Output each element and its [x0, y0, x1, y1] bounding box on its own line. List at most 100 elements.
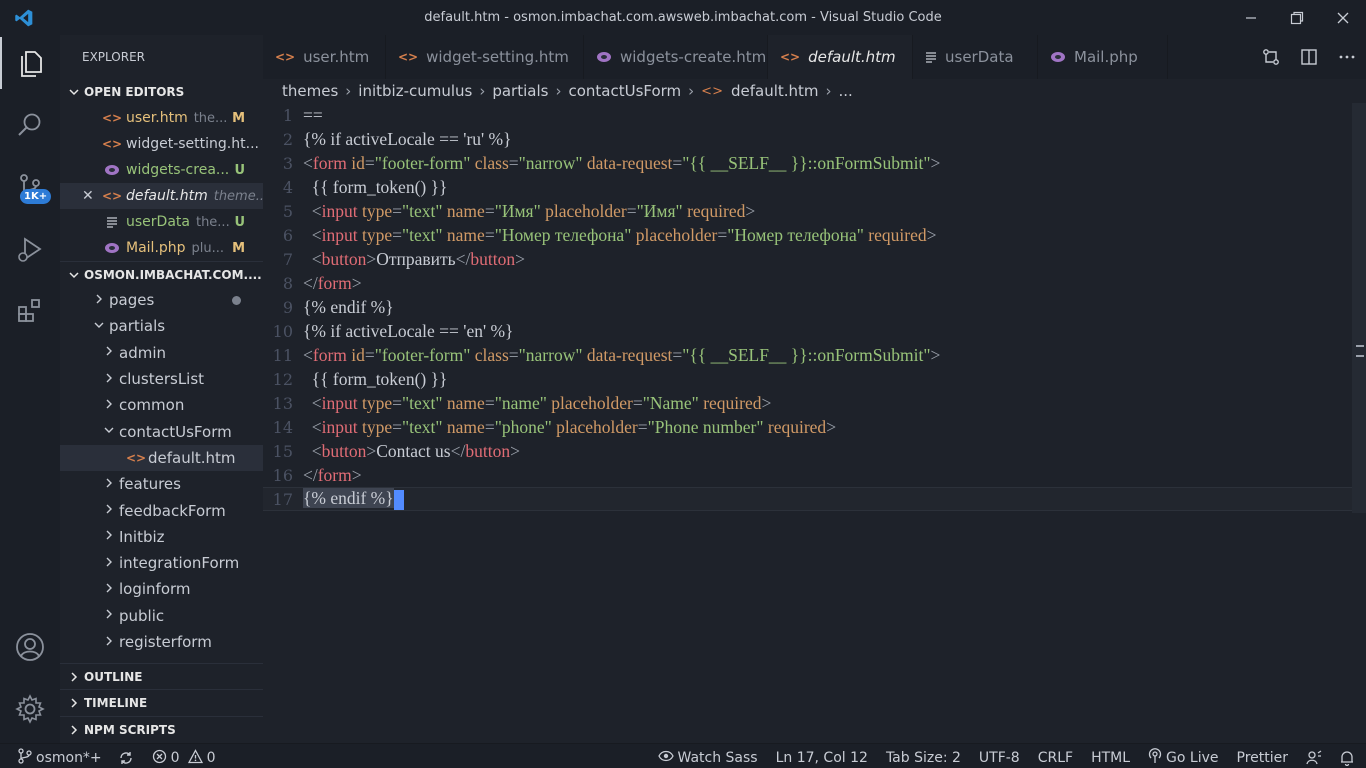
code-line[interactable]: 8 </form> [263, 271, 1366, 295]
file-tree-folder[interactable]: public [60, 603, 263, 629]
timeline-section[interactable]: TIMELINE [60, 689, 263, 715]
breadcrumb-contactusform[interactable]: contactUsForm [568, 82, 681, 100]
file-tree-label: Initbiz [119, 527, 165, 546]
tab-widget-setting-htm[interactable]: <> widget-setting.htm [386, 35, 584, 79]
npm-scripts-section[interactable]: NPM SCRIPTS [60, 716, 263, 742]
file-name: widgets-crea... [126, 162, 230, 178]
code-line[interactable]: 1 == [263, 103, 1366, 127]
html-icon: <> [701, 83, 723, 99]
tab-default-htm[interactable]: <> default.htm [768, 35, 913, 79]
close-icon[interactable]: ✕ [82, 188, 96, 204]
code-line[interactable]: 5 <input type="text" name="Имя" placehol… [263, 199, 1366, 223]
open-editor-item[interactable]: <> widget-setting.ht... [60, 131, 263, 157]
code-line[interactable]: 12 {{ form_token() }} [263, 367, 1366, 391]
breadcrumb-partials[interactable]: partials [492, 82, 548, 100]
notifications-bell-icon[interactable] [1340, 750, 1354, 766]
file-tree-label: clustersList [119, 370, 205, 389]
debug-icon[interactable] [0, 223, 60, 275]
tab-user-htm[interactable]: <> user.htm [263, 35, 386, 79]
encoding[interactable]: UTF-8 [979, 750, 1020, 766]
minimize-button[interactable] [1228, 0, 1274, 35]
problems-status[interactable]: 0 0 [152, 748, 216, 768]
code-line[interactable]: 14 <input type="text" name="phone" place… [263, 415, 1366, 439]
breadcrumb-symbols[interactable]: ... [839, 82, 853, 100]
split-editor-icon[interactable] [1290, 48, 1328, 66]
code-line[interactable]: 3 <form id="footer-form" class="narrow" d… [263, 151, 1366, 175]
file-tree-folder[interactable]: common [60, 392, 263, 418]
restore-button[interactable] [1274, 0, 1320, 35]
editor-tabs: <> user.htm <> widget-setting.htm widgets-cr… [263, 35, 1366, 79]
open-editors-label: OPEN EDITORS [84, 85, 185, 99]
settings-gear-icon[interactable] [0, 683, 60, 735]
file-tree-folder[interactable]: Initbiz [60, 524, 263, 550]
code-text: {{ form_token() }} [303, 368, 448, 389]
language-mode[interactable]: HTML [1091, 750, 1130, 766]
code-line[interactable]: 13 <input type="text" name="name" placeh… [263, 391, 1366, 415]
file-tree-label: common [119, 396, 185, 415]
feedback-icon[interactable] [1306, 750, 1322, 766]
compare-changes-icon[interactable] [1252, 48, 1290, 66]
file-tree-folder[interactable]: clustersList [60, 366, 263, 392]
chevron-right-icon [102, 529, 116, 544]
code-line[interactable]: 9 {% endif %} [263, 295, 1366, 319]
code-editor[interactable]: 1 == 2 {% if activeLocale == 'ru' %} 3 <form … [263, 103, 1366, 743]
prettier-status[interactable]: Prettier [1237, 750, 1289, 766]
timeline-label: TIMELINE [84, 695, 148, 710]
open-editors-header[interactable]: OPEN EDITORS [60, 79, 263, 105]
breadcrumb-themes[interactable]: themes [282, 82, 338, 100]
code-line[interactable]: 6 <input type="text" name="Номер телефон… [263, 223, 1366, 247]
file-tree-folder[interactable]: contactUsForm [60, 418, 263, 444]
workspace-header[interactable]: OSMON.IMBACHAT.COM.... [60, 261, 263, 287]
vertical-scrollbar[interactable] [1352, 103, 1366, 513]
watch-sass-button[interactable]: Watch Sass [657, 750, 758, 766]
account-icon[interactable] [0, 621, 60, 673]
tab-size[interactable]: Tab Size: 2 [886, 750, 961, 766]
open-editor-item[interactable]: widgets-crea... U [60, 157, 263, 183]
chevron-right-icon [66, 724, 82, 735]
code-line[interactable]: 2 {% if activeLocale == 'ru' %} [263, 127, 1366, 151]
file-tree-folder[interactable]: features [60, 471, 263, 497]
end-of-line[interactable]: CRLF [1038, 750, 1073, 766]
more-actions-icon[interactable] [1328, 48, 1366, 66]
file-tree-folder[interactable]: registerform [60, 629, 263, 655]
file-tree-folder[interactable]: pages [60, 287, 263, 313]
scm-badge: 1K+ [20, 189, 52, 204]
file-tree-folder[interactable]: admin [60, 340, 263, 366]
open-editor-item[interactable]: <> user.htm the... M [60, 105, 263, 131]
branch-status[interactable]: osmon*+ [18, 748, 102, 768]
tab-userdata[interactable]: userData [913, 35, 1038, 79]
search-icon[interactable] [0, 99, 60, 151]
breadcrumb-file[interactable]: default.htm [731, 82, 819, 100]
extensions-icon[interactable] [0, 285, 60, 337]
code-line[interactable]: 10 {% if activeLocale == 'en' %} [263, 319, 1366, 343]
line-number: 4 [282, 177, 293, 197]
code-line[interactable]: 7 <button>Отправить</button> [263, 247, 1366, 271]
code-line[interactable]: 16 </form> [263, 463, 1366, 487]
tab-widgets-create-htm[interactable]: widgets-create.htm [584, 35, 768, 79]
open-editor-item[interactable]: ✕ <> default.htm theme... [60, 183, 263, 209]
code-line[interactable]: 11 <form id="footer-form" class="narrow" … [263, 343, 1366, 367]
cursor-position[interactable]: Ln 17, Col 12 [776, 750, 868, 766]
outline-section[interactable]: OUTLINE [60, 663, 263, 689]
sync-icon[interactable] [118, 750, 134, 766]
code-line[interactable]: 4 {{ form_token() }} [263, 175, 1366, 199]
close-window-button[interactable] [1320, 0, 1366, 35]
file-tree-label: public [119, 606, 165, 625]
code-text: <input type="text" name="Имя" placeholde… [311, 200, 756, 221]
code-line[interactable]: 17 {% endif %} [263, 487, 1366, 511]
code-line[interactable]: 15 <button>Contact us</button> [263, 439, 1366, 463]
file-tree-folder[interactable]: feedbackForm [60, 497, 263, 523]
explorer-icon[interactable] [0, 37, 60, 89]
file-tree-folder[interactable]: partials [60, 313, 263, 339]
file-tree-folder[interactable]: loginform [60, 576, 263, 602]
tab-mail-php[interactable]: Mail.php [1038, 35, 1168, 79]
file-tree-folder[interactable]: integrationForm [60, 550, 263, 576]
open-editor-item[interactable]: Mail.php plu... M [60, 235, 263, 261]
eye-icon [657, 750, 674, 766]
source-control-icon[interactable] [0, 161, 60, 213]
open-editor-item[interactable]: userData the... U [60, 209, 263, 235]
go-live-button[interactable]: Go Live [1148, 748, 1219, 768]
tab-label: user.htm [303, 48, 370, 66]
breadcrumb-theme[interactable]: initbiz-cumulus [358, 82, 472, 100]
file-tree-file[interactable]: <> default.htm [60, 444, 263, 472]
